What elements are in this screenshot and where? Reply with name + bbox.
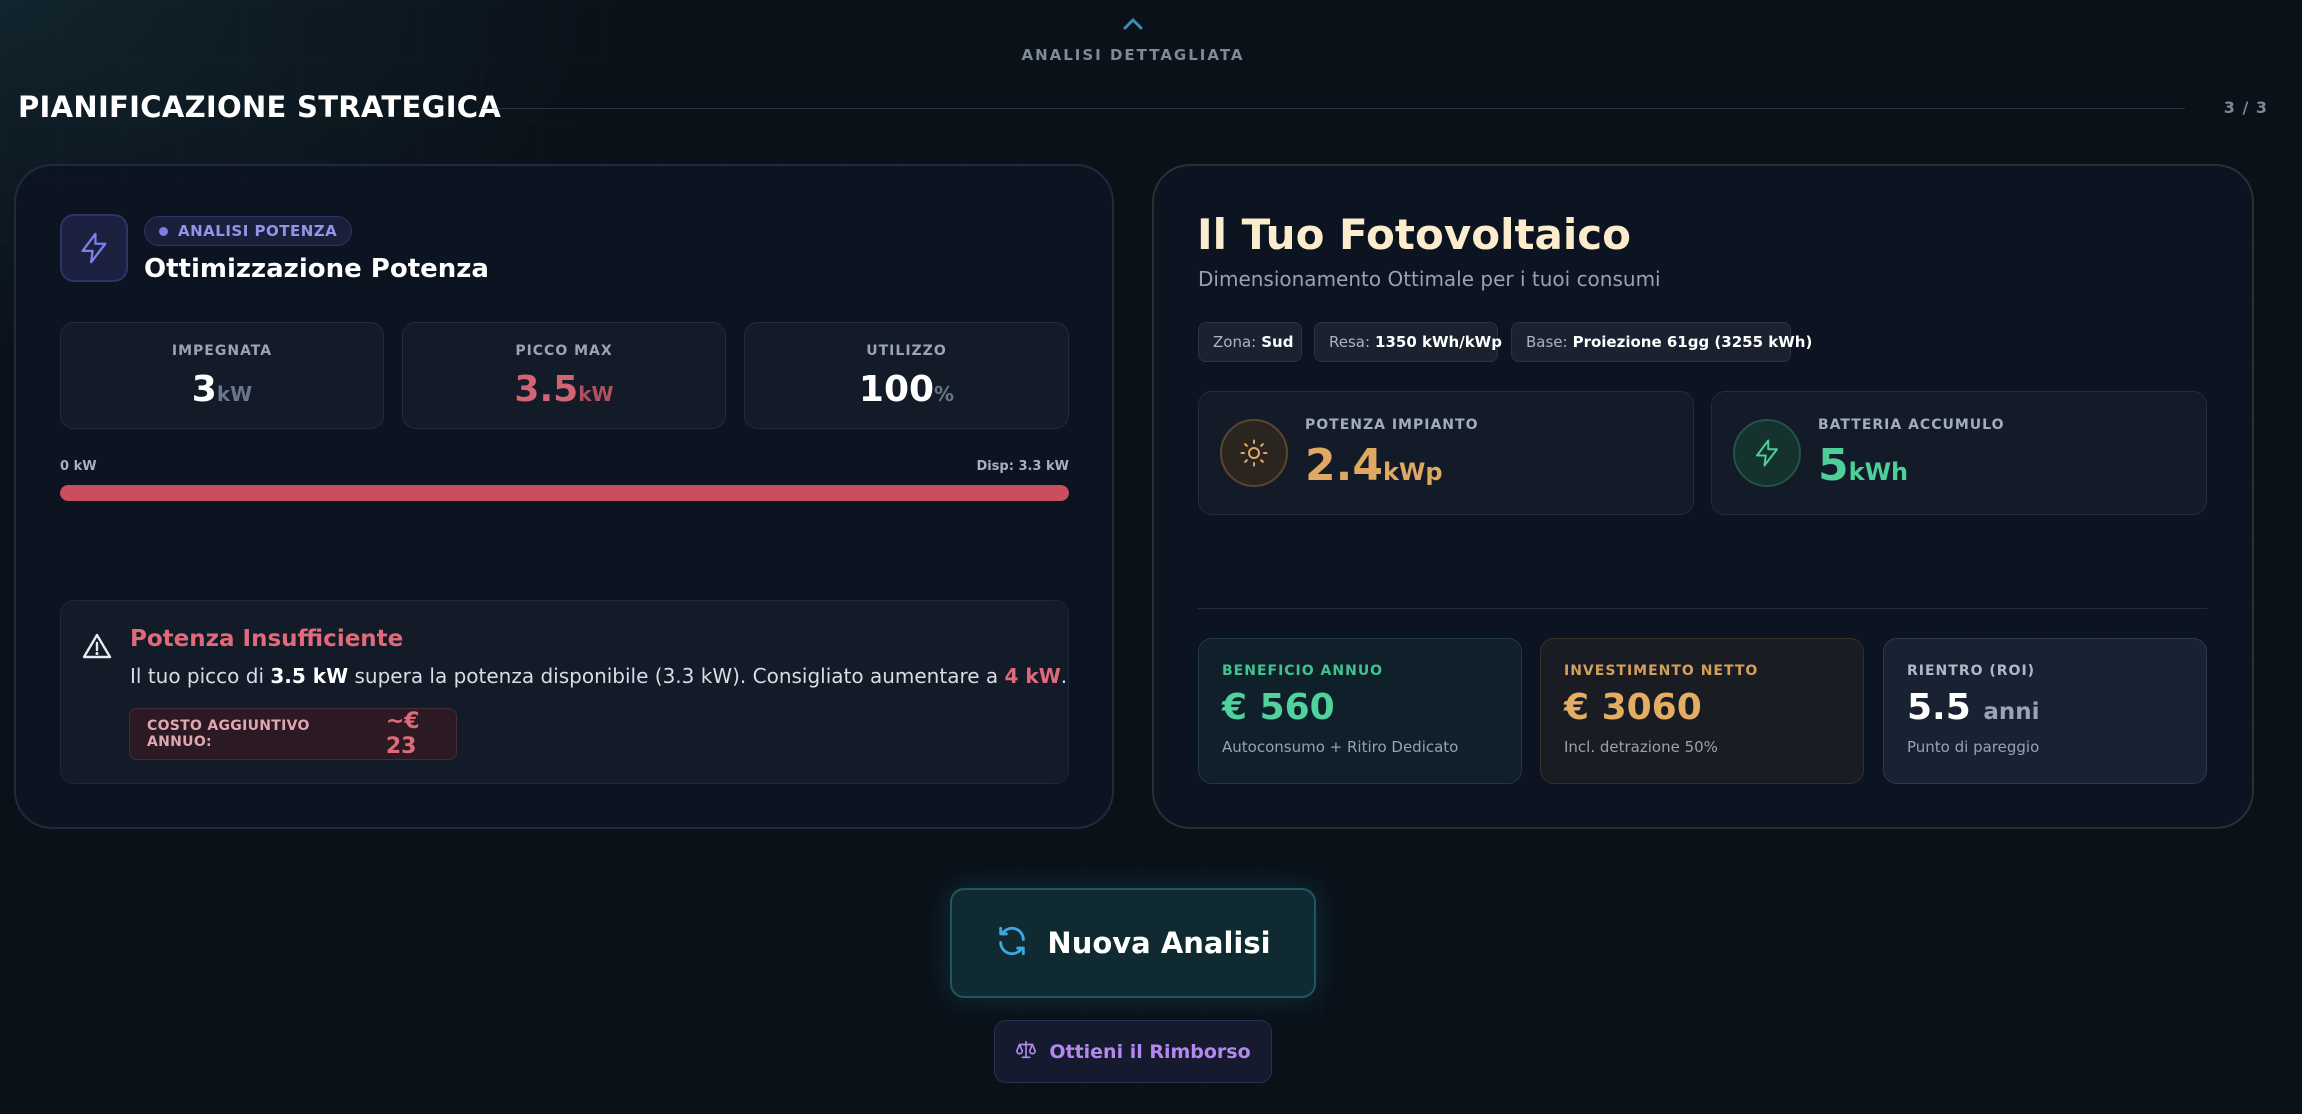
- lightning-icon: [60, 214, 128, 282]
- stat-label: PICCO MAX: [515, 343, 613, 359]
- warning-triangle-icon: [82, 632, 112, 660]
- peak-value: 3.5 kW: [270, 664, 349, 688]
- badge-label: ANALISI POTENZA: [178, 222, 338, 240]
- scale-icon: [1015, 1039, 1037, 1065]
- get-refund-label: Ottieni il Rimborso: [1049, 1040, 1251, 1063]
- bar-max-label: Disp: 3.3 kW: [976, 459, 1069, 474]
- chip-base: Base: Proiezione 61gg (3255 kWh): [1511, 322, 1812, 362]
- stat-picco-max: PICCO MAX 3.5kW: [402, 322, 726, 429]
- recommended-value: 4 kW: [1004, 664, 1061, 688]
- sun-icon: [1220, 419, 1288, 487]
- spec-label: BATTERIA ACCUMULO: [1818, 417, 2005, 433]
- stat-value: 3: [191, 369, 217, 410]
- lightning-icon: [1733, 419, 1801, 487]
- stat-label: IMPEGNATA: [171, 343, 273, 359]
- stat-value: 3.5: [514, 369, 579, 410]
- spec-value: 5kWh: [1818, 440, 1909, 491]
- stat-unit: kW: [216, 382, 253, 406]
- spec-label: POTENZA IMPIANTO: [1305, 417, 1479, 433]
- divider: [1198, 608, 2207, 609]
- card-title: Ottimizzazione Potenza: [144, 254, 489, 284]
- kpi-beneficio-annuo: BENEFICIO ANNUO € 560 Autoconsumo + Riti…: [1198, 638, 1522, 784]
- new-analysis-button[interactable]: Nuova Analisi: [950, 888, 1316, 998]
- kpi-rientro-roi: RIENTRO (ROI) 5.5 anni Punto di pareggio: [1883, 638, 2207, 784]
- warning-text: Il tuo picco di 3.5 kW supera la potenza…: [130, 664, 1068, 688]
- get-refund-button[interactable]: Ottieni il Rimborso: [994, 1020, 1272, 1083]
- chip-zona: Zona: Sud: [1198, 322, 1302, 362]
- new-analysis-label: Nuova Analisi: [1047, 926, 1271, 960]
- refresh-icon: [995, 924, 1029, 962]
- kpi-investimento-netto: INVESTIMENTO NETTO € 3060 Incl. detrazio…: [1540, 638, 1864, 784]
- cost-label: COSTO AGGIUNTIVO ANNUO:: [147, 718, 310, 750]
- section-counter: 3 / 3: [2223, 98, 2268, 117]
- stat-label: UTILIZZO: [866, 343, 947, 359]
- usage-progress-fill: [60, 485, 1069, 501]
- chevron-up-icon[interactable]: [1122, 16, 1144, 32]
- pv-subtitle: Dimensionamento Ottimale per i tuoi cons…: [1198, 267, 1661, 291]
- usage-progress-bar: [60, 485, 1069, 501]
- power-analysis-badge: ANALISI POTENZA: [144, 216, 353, 246]
- pv-title: Il Tuo Fotovoltaico: [1197, 210, 1632, 259]
- stat-utilizzo: UTILIZZO 100%: [744, 322, 1069, 429]
- badge-dot: [159, 226, 168, 236]
- stat-value: 100: [858, 369, 935, 410]
- cost-value: ~€ 23: [385, 709, 420, 759]
- spec-value: 2.4kWp: [1305, 440, 1443, 491]
- nav-label[interactable]: ANALISI DETTAGLIATA: [1000, 46, 1266, 64]
- stat-unit: %: [934, 382, 955, 406]
- section-title: PIANIFICAZIONE STRATEGICA: [18, 90, 502, 124]
- warning-title: Potenza Insufficiente: [130, 626, 404, 652]
- bar-min-label: 0 kW: [60, 459, 97, 474]
- additional-cost-badge: COSTO AGGIUNTIVO ANNUO: ~€ 23: [129, 708, 457, 760]
- section-divider: [482, 108, 2185, 109]
- chip-resa: Resa: 1350 kWh/kWp: [1314, 322, 1502, 362]
- stat-unit: kW: [578, 382, 614, 406]
- stat-impegnata: IMPEGNATA 3kW: [60, 322, 384, 429]
